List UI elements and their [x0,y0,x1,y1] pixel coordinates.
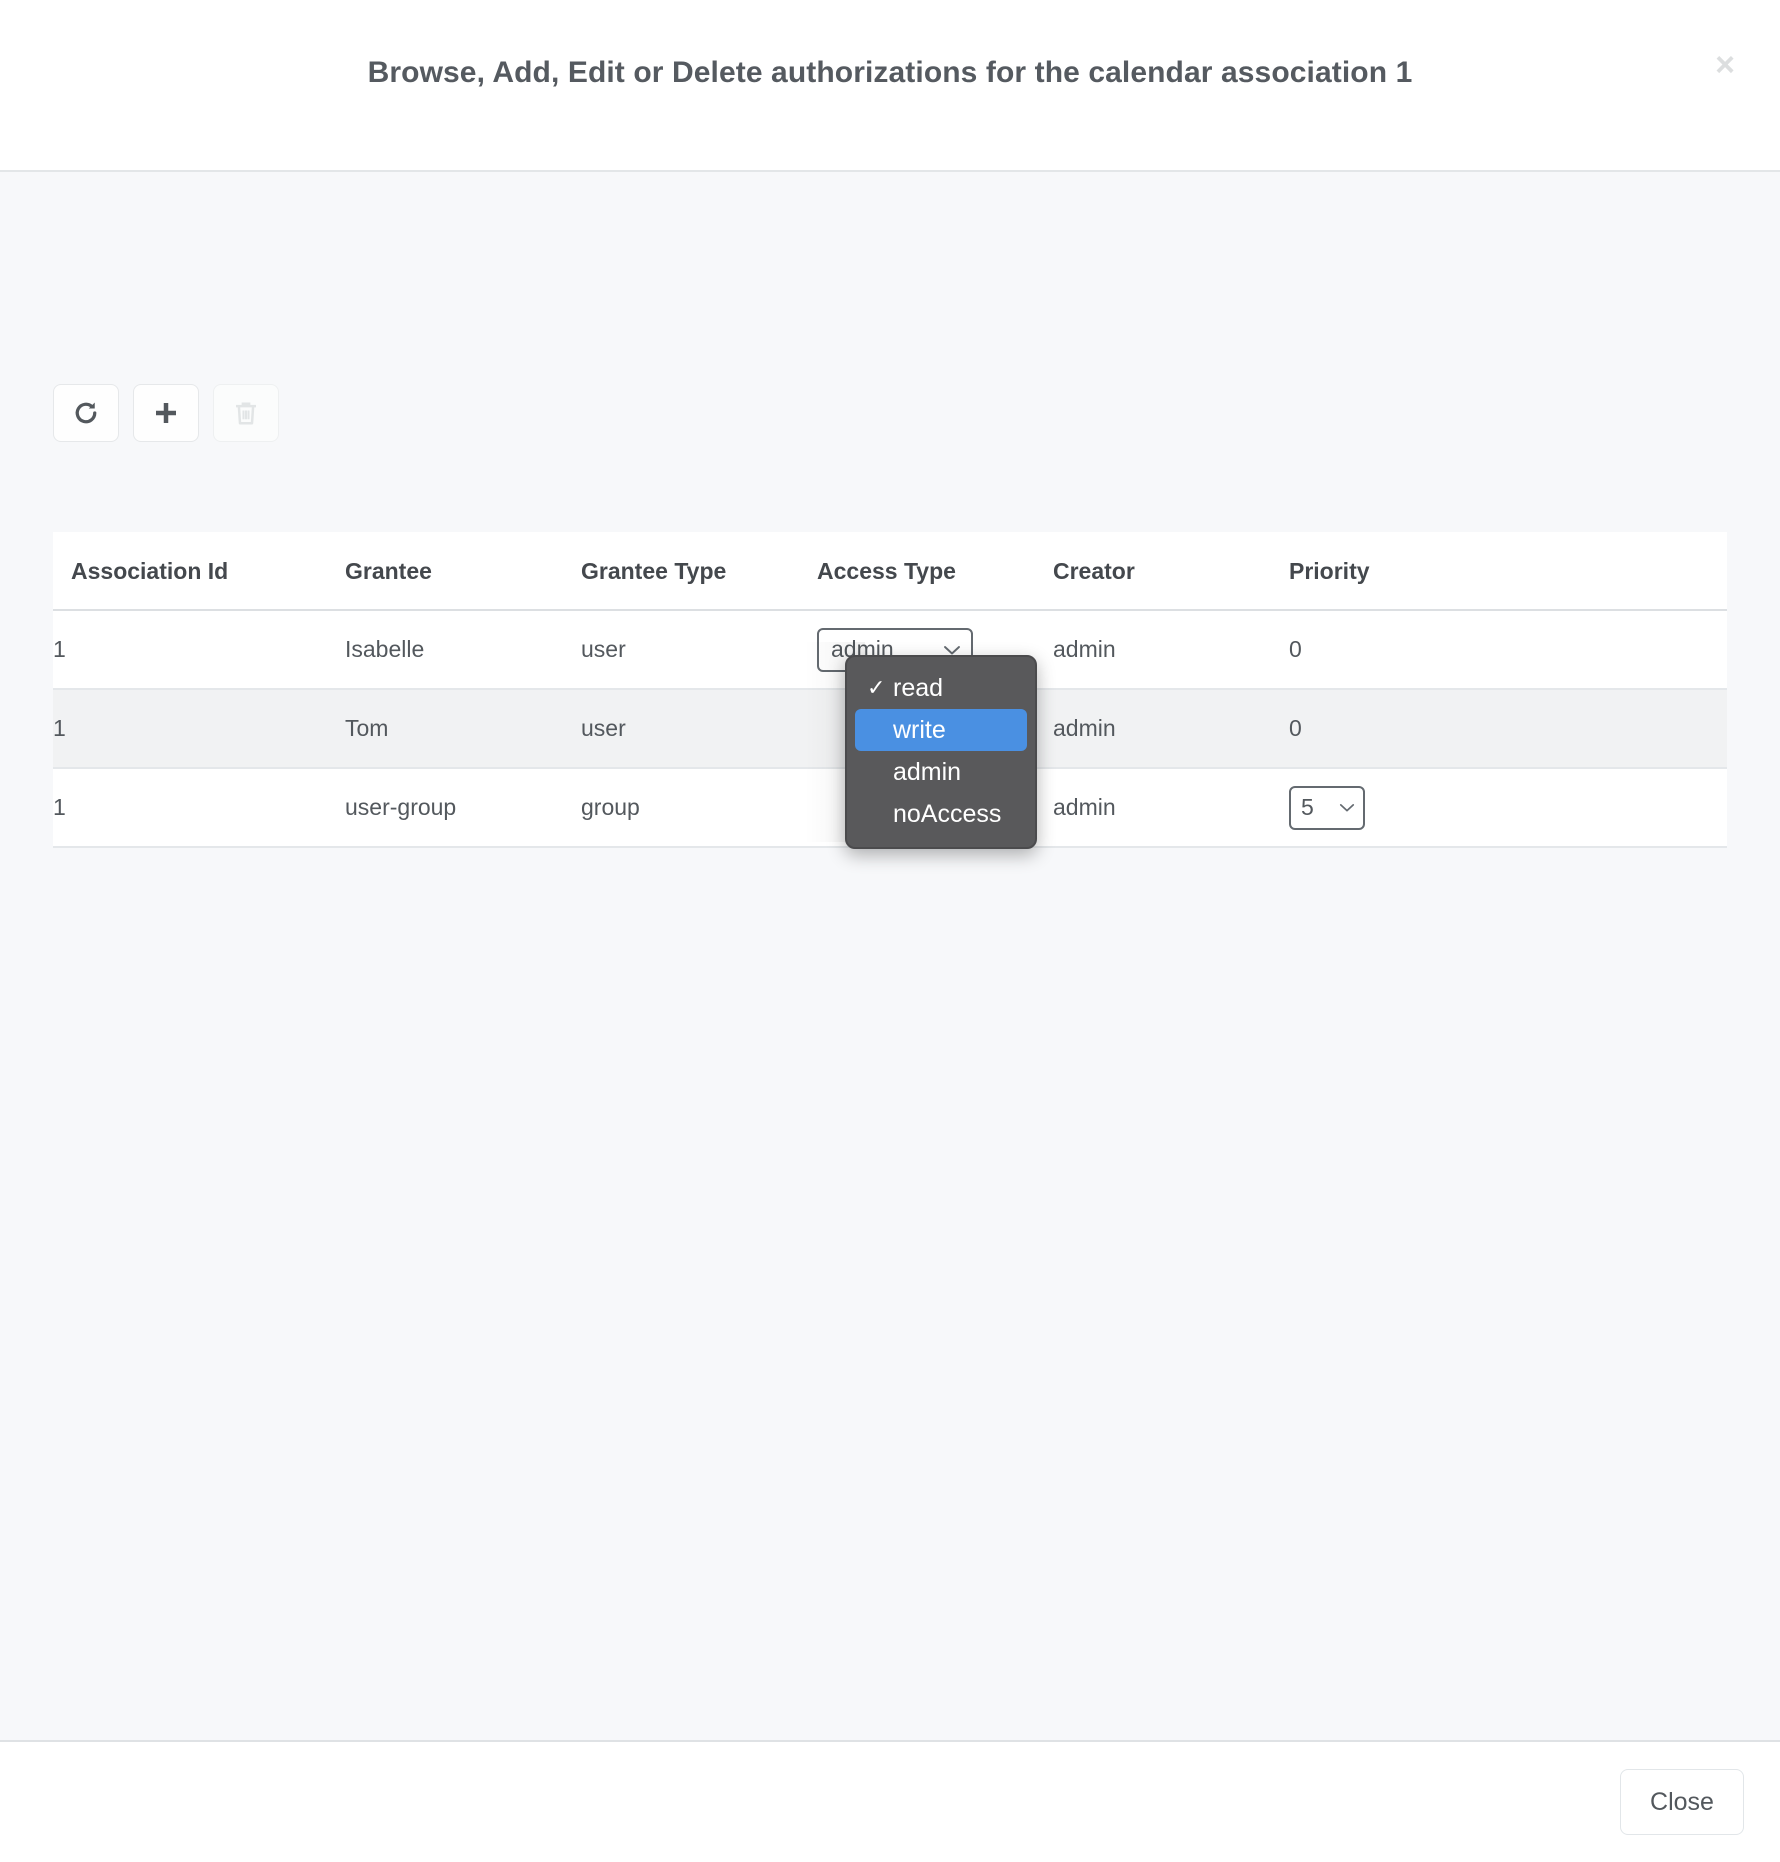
cell-creator: admin [1053,689,1289,769]
dialog-body: Association Id Grantee Grantee Type Acce… [0,172,1780,1742]
authorizations-dialog: Browse, Add, Edit or Delete authorizatio… [0,0,1780,1862]
toolbar [53,384,279,442]
column-header-creator: Creator [1053,532,1289,611]
add-button[interactable] [133,384,199,442]
cell-grantee: Tom [345,689,581,769]
table-header-row: Association Id Grantee Grantee Type Acce… [53,532,1727,611]
chevron-down-icon [943,644,961,656]
refresh-icon [71,398,101,428]
delete-button [213,384,279,442]
trash-icon [231,398,261,428]
cell-creator: admin [1053,610,1289,690]
dialog-footer: Close [0,1742,1780,1862]
dropdown-item-write[interactable]: write [855,709,1027,751]
cell-association-id: 1 [53,768,345,848]
cell-grantee-type: group [581,768,817,848]
chevron-down-icon [1339,802,1357,814]
column-header-grantee-type: Grantee Type [581,532,817,611]
dropdown-item-noaccess[interactable]: noAccess [855,793,1027,835]
column-header-association-id: Association Id [53,532,345,611]
cell-priority: 5 [1289,768,1727,848]
dropdown-item-read[interactable]: ✓ read [855,667,1027,709]
column-header-grantee: Grantee [345,532,581,611]
plus-icon [151,398,181,428]
close-x-icon[interactable]: × [1704,44,1746,86]
close-button[interactable]: Close [1620,1769,1744,1835]
cell-association-id: 1 [53,610,345,690]
cell-grantee-type: user [581,689,817,769]
priority-select[interactable]: 5 [1289,785,1365,830]
dialog-header: Browse, Add, Edit or Delete authorizatio… [0,0,1780,172]
cell-association-id: 1 [53,689,345,769]
page-title: Browse, Add, Edit or Delete authorizatio… [367,56,1413,89]
column-header-access-type: Access Type [817,532,1053,611]
cell-grantee: Isabelle [345,610,581,690]
refresh-button[interactable] [53,384,119,442]
column-header-priority: Priority [1289,532,1727,611]
cell-grantee-type: user [581,610,817,690]
dropdown-item-admin[interactable]: admin [855,751,1027,793]
checkmark-icon: ✓ [867,675,886,700]
cell-creator: admin [1053,768,1289,848]
access-type-dropdown-menu[interactable]: ✓ read write admin noAccess [845,655,1037,849]
priority-select-value: 5 [1301,794,1314,820]
cell-priority: 0 [1289,610,1727,690]
cell-grantee: user-group [345,768,581,848]
cell-priority: 0 [1289,689,1727,769]
